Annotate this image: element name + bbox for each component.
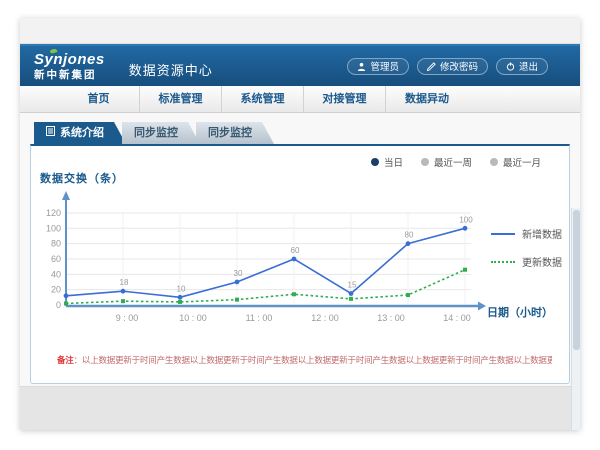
footnote-label: 备注 [57,355,74,365]
radio-dot-icon [421,158,429,166]
document-icon [46,122,55,144]
power-icon [506,62,515,71]
admin-user-label: 管理员 [370,59,399,73]
page-title: 数据资源中心 [129,60,213,79]
change-password-label: 修改密码 [440,59,478,73]
legend-item-new-data[interactable]: 新增数据 [491,226,562,241]
company-logo: Synjones 新中新集团 [34,52,105,81]
svg-text:9 : 00: 9 : 00 [116,313,139,323]
svg-text:80: 80 [405,231,414,240]
svg-text:13 : 00: 13 : 00 [377,313,405,323]
logout-button[interactable]: 退出 [496,58,548,75]
y-axis-title: 数据交换（条） [40,170,124,186]
logo-name: Synjones [34,52,105,67]
radio-today[interactable]: 当日 [371,155,403,169]
logo-subtitle: 新中新集团 [34,70,105,81]
footnote: 备注：以上数据更新于时间产生数据以上数据更新于时间产生数据以上数据更新于时间产生… [57,354,552,366]
radio-last-month[interactable]: 最近一月 [490,155,541,169]
page: Synjones 新中新集团 数据资源中心 管理员 修改密码 [0,0,600,450]
radio-today-label: 当日 [384,155,403,169]
x-axis-title: 日期（小时） [487,304,553,320]
svg-text:60: 60 [291,246,300,255]
main-nav: 首页 标准管理 系统管理 对接管理 数据异动 [20,86,580,113]
legend-item-update-data[interactable]: 更新数据 [491,254,562,269]
chart-legend: 新增数据 更新数据 [491,226,562,269]
top-strip [20,18,580,44]
radio-dot-icon [490,158,498,166]
scrollbar-thumb[interactable] [573,210,580,350]
app-window: Synjones 新中新集团 数据资源中心 管理员 修改密码 [20,18,580,430]
svg-text:10: 10 [177,284,186,293]
legend-new-data-label: 新增数据 [522,226,562,241]
tab-system-intro[interactable]: 系统介绍 [34,122,126,144]
header-actions: 管理员 修改密码 退出 [347,58,566,75]
tab-sync-monitor-2[interactable]: 同步监控 [196,122,274,144]
svg-text:18: 18 [120,278,129,287]
tab-bar: 系统介绍 同步监控 同步监控 [34,122,274,144]
chart-panel: 当日 最近一周 最近一月 数据交换（条） 0 20 40 60 80 100 120 9 : … [30,144,570,384]
svg-text:40: 40 [51,269,61,279]
svg-text:0: 0 [56,300,61,310]
footer-area [20,386,580,430]
scrollbar[interactable] [571,208,580,430]
admin-user-button[interactable]: 管理员 [347,58,409,75]
tab-sync-monitor-1[interactable]: 同步监控 [122,122,200,144]
svg-text:11 : 00: 11 : 00 [246,313,273,323]
svg-text:15: 15 [348,280,357,289]
tab-label: 系统介绍 [60,122,104,144]
svg-text:60: 60 [51,254,61,264]
nav-item-home[interactable]: 首页 [58,86,140,112]
radio-last-month-label: 最近一月 [503,155,541,169]
nav-item-system-mgmt[interactable]: 系统管理 [222,86,304,112]
nav-item-standard-mgmt[interactable]: 标准管理 [140,86,222,112]
svg-text:100: 100 [459,215,473,224]
svg-text:30: 30 [234,269,243,278]
change-password-button[interactable]: 修改密码 [417,58,488,75]
radio-dot-icon [371,158,379,166]
dotted-line-icon [491,261,515,263]
content-area: 系统介绍 同步监控 同步监控 当日 最近一周 [20,113,580,430]
header-bar: Synjones 新中新集团 数据资源中心 管理员 修改密码 [20,44,580,86]
user-icon [357,62,366,71]
svg-text:14 : 00: 14 : 00 [443,313,471,323]
radio-last-week[interactable]: 最近一周 [421,155,472,169]
svg-text:120: 120 [46,208,61,218]
legend-update-data-label: 更新数据 [522,254,562,269]
nav-item-data-change[interactable]: 数据异动 [386,86,468,112]
logout-label: 退出 [519,59,538,73]
edit-icon [427,62,436,71]
svg-text:12 : 00: 12 : 00 [311,313,339,323]
nav-item-interface-mgmt[interactable]: 对接管理 [304,86,386,112]
svg-text:100: 100 [46,223,61,233]
radio-last-week-label: 最近一周 [434,155,472,169]
solid-line-icon [491,233,515,235]
svg-text:10 : 00: 10 : 00 [179,313,207,323]
footnote-text: ：以上数据更新于时间产生数据以上数据更新于时间产生数据以上数据更新于时间产生数据… [74,355,552,365]
svg-text:20: 20 [51,285,61,295]
time-range-filter: 当日 最近一周 最近一月 [371,155,541,169]
svg-text:80: 80 [51,239,61,249]
